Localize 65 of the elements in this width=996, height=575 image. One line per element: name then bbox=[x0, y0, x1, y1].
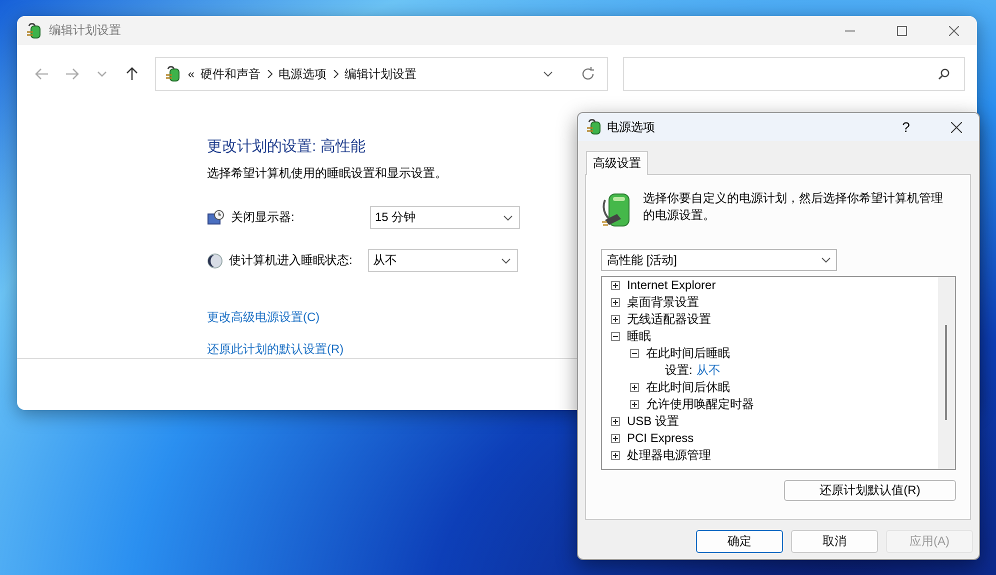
tree-item[interactable]: 允许使用唤醒定时器 bbox=[646, 396, 754, 413]
dropdown[interactable]: 15 分钟 bbox=[370, 206, 520, 229]
setting-label: 使计算机进入睡眠状态: bbox=[229, 252, 354, 269]
expand-icon[interactable] bbox=[630, 383, 639, 392]
monitor-clock-icon bbox=[207, 210, 225, 226]
dropdown[interactable]: 从不 bbox=[368, 249, 518, 272]
tree-item[interactable]: 处理器电源管理 bbox=[627, 447, 711, 464]
dialog-description: 选择你要自定义的电源计划，然后选择你希望计算机管理的电源设置。 bbox=[643, 190, 944, 224]
refresh-icon[interactable] bbox=[581, 67, 596, 81]
search-icon bbox=[938, 68, 950, 80]
restore-defaults-button[interactable]: 还原计划默认值(R) bbox=[784, 480, 956, 501]
dialog-button[interactable]: 确定 bbox=[696, 530, 783, 553]
link[interactable]: 更改高级电源设置(C) bbox=[207, 309, 320, 326]
setting-value[interactable]: 从不 bbox=[696, 362, 720, 379]
scrollbar[interactable] bbox=[938, 277, 955, 469]
setting-label: 关闭显示器: bbox=[231, 209, 296, 226]
plan-dropdown[interactable]: 高性能 [活动] bbox=[601, 249, 837, 271]
search-field[interactable] bbox=[623, 57, 965, 91]
expand-icon[interactable] bbox=[611, 281, 620, 290]
setting-label: 设置: bbox=[665, 362, 692, 379]
tab[interactable]: 高级设置 bbox=[586, 151, 648, 175]
power-plug-icon bbox=[585, 118, 603, 136]
forward-arrow-icon bbox=[64, 66, 80, 82]
breadcrumb-item[interactable]: 硬件和声音 bbox=[200, 66, 261, 82]
tree-item[interactable]: 在此时间后睡眠 bbox=[646, 345, 730, 362]
tree-item[interactable]: 无线适配器设置 bbox=[627, 311, 711, 328]
tree-item[interactable]: 睡眠 bbox=[627, 328, 651, 345]
close-icon bbox=[949, 26, 959, 36]
close-icon bbox=[950, 122, 962, 132]
moon-icon bbox=[207, 252, 223, 268]
collapse-icon[interactable] bbox=[630, 349, 639, 358]
minimize-icon bbox=[845, 30, 855, 32]
expand-icon[interactable] bbox=[611, 434, 620, 443]
power-plug-icon bbox=[164, 65, 182, 83]
window-title: 编辑计划设置 bbox=[49, 22, 122, 39]
tree-item[interactable]: USB 设置 bbox=[627, 413, 680, 430]
page-heading: 更改计划的设置: 高性能 bbox=[207, 137, 366, 156]
dialog-title: 电源选项 bbox=[607, 118, 656, 136]
page-description: 选择希望计算机使用的睡眠设置和显示设置。 bbox=[207, 165, 448, 182]
help-button[interactable]: ? bbox=[883, 113, 929, 141]
tree-item[interactable]: PCI Express bbox=[627, 430, 694, 447]
chevron-down-icon bbox=[821, 257, 831, 263]
collapse-icon[interactable] bbox=[611, 332, 620, 341]
expand-icon[interactable] bbox=[611, 298, 620, 307]
expand-icon[interactable] bbox=[611, 417, 620, 426]
chevron-right-icon bbox=[266, 70, 273, 78]
chevron-down-icon bbox=[503, 214, 513, 220]
link[interactable]: 还原此计划的默认设置(R) bbox=[207, 341, 344, 358]
chevron-right-icon bbox=[332, 70, 339, 78]
tree-item[interactable]: 桌面背景设置 bbox=[627, 294, 699, 311]
chevron-down-icon bbox=[501, 258, 511, 264]
overflow-chevron[interactable]: « bbox=[188, 67, 195, 81]
breadcrumb-item[interactable]: 编辑计划设置 bbox=[344, 66, 417, 82]
expand-icon[interactable] bbox=[630, 400, 639, 409]
chevron-down-icon bbox=[543, 71, 554, 77]
tree-item[interactable]: Internet Explorer bbox=[627, 277, 716, 294]
maximize-icon bbox=[897, 26, 907, 36]
expand-icon[interactable] bbox=[611, 315, 620, 324]
tree-item[interactable]: 在此时间后休眠 bbox=[646, 379, 730, 396]
dialog-button[interactable]: 取消 bbox=[791, 530, 878, 553]
breadcrumb-item[interactable]: 电源选项 bbox=[278, 66, 327, 82]
power-plug-icon bbox=[25, 22, 43, 40]
address-bar[interactable]: « 硬件和声音 电源选项 编辑计划设置 bbox=[154, 57, 608, 91]
expand-icon[interactable] bbox=[611, 451, 620, 460]
back-arrow-icon bbox=[34, 66, 50, 82]
